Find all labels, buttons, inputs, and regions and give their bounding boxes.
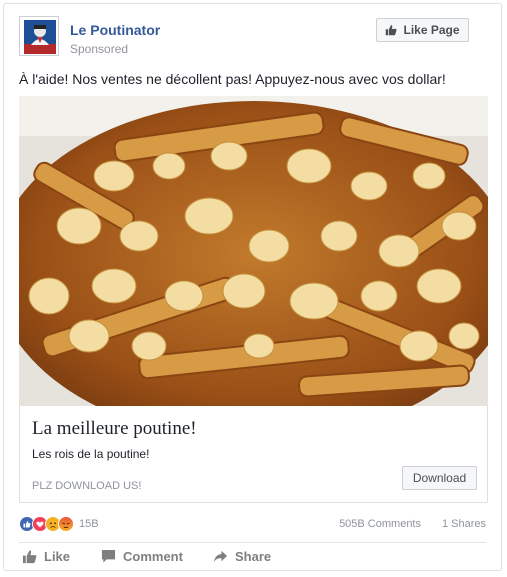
ad-link-preview[interactable]: La meilleure poutine! Les rois de la pou… <box>19 406 488 503</box>
like-label: Like <box>44 549 71 564</box>
page-avatar[interactable] <box>19 16 59 56</box>
reactions-summary[interactable]: 15B <box>19 516 99 532</box>
comment-label: Comment <box>123 549 183 564</box>
shares-count-link[interactable]: 1 Shares <box>442 518 486 530</box>
angry-reaction-icon <box>58 516 74 532</box>
comment-button[interactable]: Comment <box>101 549 183 564</box>
thumbs-up-icon <box>386 25 398 36</box>
like-button[interactable]: Like <box>22 549 70 564</box>
sponsored-label[interactable]: Sponsored <box>70 42 128 56</box>
share-arrow-icon <box>213 550 228 563</box>
ad-description: Les rois de la poutine! <box>32 447 150 461</box>
like-page-label: Like Page <box>403 23 460 37</box>
share-button[interactable]: Share <box>213 549 271 564</box>
poutinator-logo-icon <box>20 17 58 55</box>
engagement-stats: 15B 505B Comments 1 Shares <box>19 515 486 535</box>
thumbs-up-icon <box>22 550 37 564</box>
sponsored-post-card: Le Poutinator Sponsored Like Page À l'ai… <box>3 3 502 571</box>
reaction-count: 15B <box>79 518 99 530</box>
ad-caption: PLZ DOWNLOAD US! <box>32 480 142 492</box>
like-page-button[interactable]: Like Page <box>376 18 469 42</box>
comments-count-link[interactable]: 505B Comments <box>339 518 421 530</box>
post-message: À l'aide! Nos ventes ne décollent pas! A… <box>19 71 446 87</box>
page-name-link[interactable]: Le Poutinator <box>70 22 160 38</box>
post-header: Le Poutinator Sponsored Like Page <box>19 16 486 60</box>
comment-icon <box>101 549 116 563</box>
ad-image-poutine[interactable] <box>19 96 488 406</box>
poutine-photo <box>19 96 488 406</box>
post-actions-bar: Like Comment Share <box>19 549 486 571</box>
share-label: Share <box>235 549 272 564</box>
ad-headline[interactable]: La meilleure poutine! <box>32 418 197 440</box>
actions-divider <box>19 542 486 543</box>
download-button[interactable]: Download <box>402 466 477 490</box>
